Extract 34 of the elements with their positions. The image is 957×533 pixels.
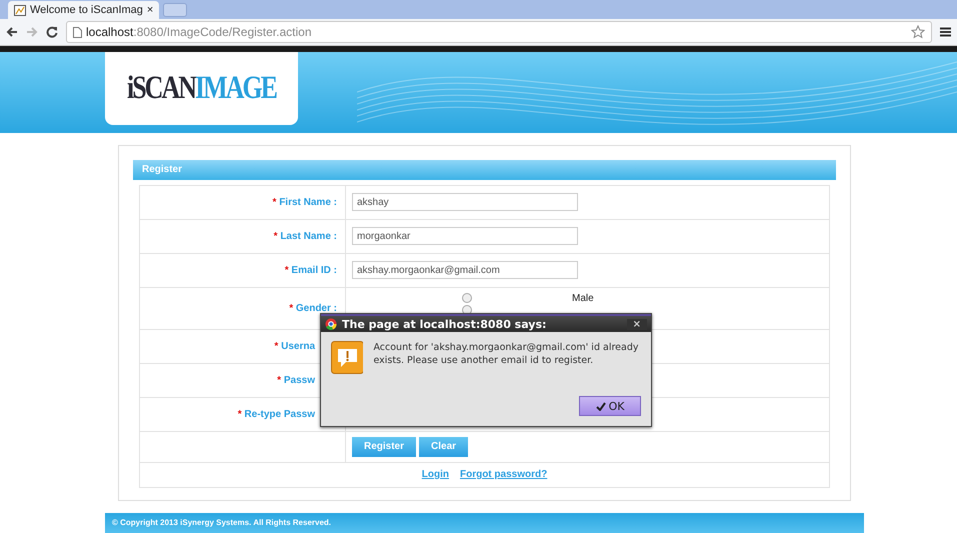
url-text: localhost:8080/ImageCode/Register.action bbox=[86, 25, 312, 40]
logo: iSCANIMAGE bbox=[126, 73, 276, 104]
radio-button[interactable] bbox=[462, 304, 472, 315]
field-label: * Passw bbox=[277, 374, 315, 386]
field-label: * Email ID : bbox=[284, 264, 337, 276]
dialog-title: The page at localhost:8080 says: bbox=[342, 318, 546, 330]
radio-button[interactable] bbox=[462, 293, 472, 304]
tab-title: Welcome to iScanImag bbox=[30, 4, 143, 16]
menu-icon[interactable] bbox=[940, 27, 951, 38]
copyright-text: © Copyright 2013 iSynergy Systems. All Rights Reserved. bbox=[112, 518, 332, 528]
field-label: * Userna bbox=[274, 340, 315, 352]
radio-label: Male bbox=[572, 292, 595, 304]
close-button[interactable]: × bbox=[626, 318, 647, 330]
field-label: * Gender : bbox=[289, 302, 337, 314]
back-icon[interactable] bbox=[6, 26, 18, 38]
close-icon[interactable]: × bbox=[146, 4, 154, 16]
star-icon[interactable] bbox=[911, 25, 925, 40]
field-label: * Last Name : bbox=[274, 230, 337, 242]
warning-icon bbox=[331, 341, 364, 374]
browser-logo-icon bbox=[325, 318, 337, 330]
text-input[interactable]: akshay bbox=[352, 193, 578, 212]
page-icon bbox=[14, 4, 26, 16]
ok-button[interactable]: OK bbox=[579, 396, 641, 416]
reload-icon[interactable] bbox=[46, 26, 58, 38]
panel-header: Register bbox=[133, 160, 836, 180]
page-icon bbox=[73, 26, 82, 38]
field-label: * First Name : bbox=[272, 196, 337, 208]
field-label: * Re-type Passw bbox=[238, 408, 315, 420]
text-input[interactable]: morgaonkar bbox=[352, 227, 578, 246]
text-input[interactable]: akshay.morgaonkar@gmail.com bbox=[352, 261, 578, 280]
browser-tab[interactable]: Welcome to iScanImag × bbox=[8, 1, 160, 20]
check-icon bbox=[596, 402, 606, 410]
address-bar[interactable]: localhost:8080/ImageCode/Register.action bbox=[66, 21, 932, 44]
dialog-message: Account for 'akshay.morgaonkar@gmail.com' id already exists. Please use another email id to register. bbox=[373, 341, 640, 368]
